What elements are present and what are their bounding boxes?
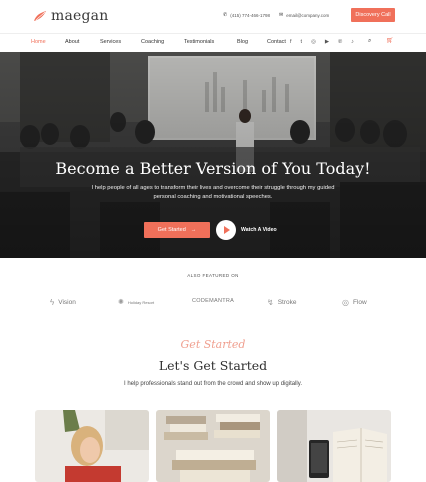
get-started-button[interactable]: Get Started → [144,222,210,238]
logo-leaf-icon [34,11,46,21]
brand-holiday-resort: ✺ Holiday Resort [118,299,155,306]
nav-testimonials[interactable]: Testimonials [184,39,214,45]
play-video-button[interactable] [216,220,236,240]
arrow-right-icon: → [190,227,197,233]
service-card-image-1[interactable] [35,410,149,482]
mail-icon: ✉ [279,12,284,18]
facebook-icon[interactable]: f [290,39,292,45]
email-contact[interactable]: ✉ email@company.com [279,12,329,18]
featured-label: ALSO FEATURED ON [187,273,239,278]
nav-contact[interactable]: Contact [267,39,286,45]
phone-and-book-image [277,410,391,482]
brand-stroke: ↯ Stroke [267,298,297,307]
hero-subtitle: I help people of all ages to transform t… [91,185,335,200]
brand-vision: ϟ Vision [50,298,76,307]
main-nav: Home About Services Coaching Testimonial… [0,33,426,51]
nav-blog[interactable]: Blog [237,39,248,45]
service-card-image-3[interactable] [277,410,391,482]
stroke-logo-icon: ↯ [267,298,274,307]
flow-logo-icon: ◎ [342,298,349,307]
twitter-icon[interactable]: t [301,39,303,45]
holiday-resort-logo-icon: ✺ [118,299,124,306]
service-card-image-2[interactable] [156,410,270,482]
nav-services[interactable]: Services [100,39,121,45]
play-icon [224,226,230,234]
hero-section: Become a Better Version of You Today! I … [0,52,426,258]
script-heading: Get Started [180,338,246,351]
get-started-label: Get Started [157,227,186,233]
brand-flow: ◎ Flow [342,298,367,307]
nav-about[interactable]: About [65,39,79,45]
top-bar: maegan ✆ (415) 774-466-1798 ✉ email@comp… [0,0,426,32]
instagram-icon[interactable]: ◎ [311,39,316,45]
hero-title: Become a Better Version of You Today! [55,159,371,178]
site-logo[interactable]: maegan [33,8,108,24]
phone-number: (415) 774-466-1798 [230,12,270,18]
pinterest-icon[interactable]: ℗ [338,39,342,45]
email-address: email@company.com [286,12,330,18]
brand-codemantra: CODEMANTRA [192,298,235,304]
discovery-call-button[interactable]: Discovery Call [351,8,395,22]
nav-coaching[interactable]: Coaching [141,39,164,45]
phone-icon: ✆ [223,12,228,18]
watch-video-link[interactable]: Watch A Video [241,227,277,233]
logo-text: maegan [51,8,109,24]
nav-home[interactable]: Home [31,39,46,45]
books-image [156,410,270,482]
phone-contact[interactable]: ✆ (415) 774-466-1798 [223,12,270,18]
vision-logo-icon: ϟ [50,298,55,307]
woman-reading-image [35,410,149,482]
search-icon[interactable]: ⌕ [368,38,371,45]
tiktok-icon[interactable]: ♪ [351,39,354,45]
cart-icon[interactable]: 🛒︎ [386,37,394,44]
youtube-icon[interactable]: ▶ [325,39,329,45]
section-title: Let's Get Started [158,358,268,373]
social-icons: f t ◎ ▶ ℗ ♪ [290,39,354,45]
section-subtitle: I help professionals stand out from the … [124,381,302,387]
